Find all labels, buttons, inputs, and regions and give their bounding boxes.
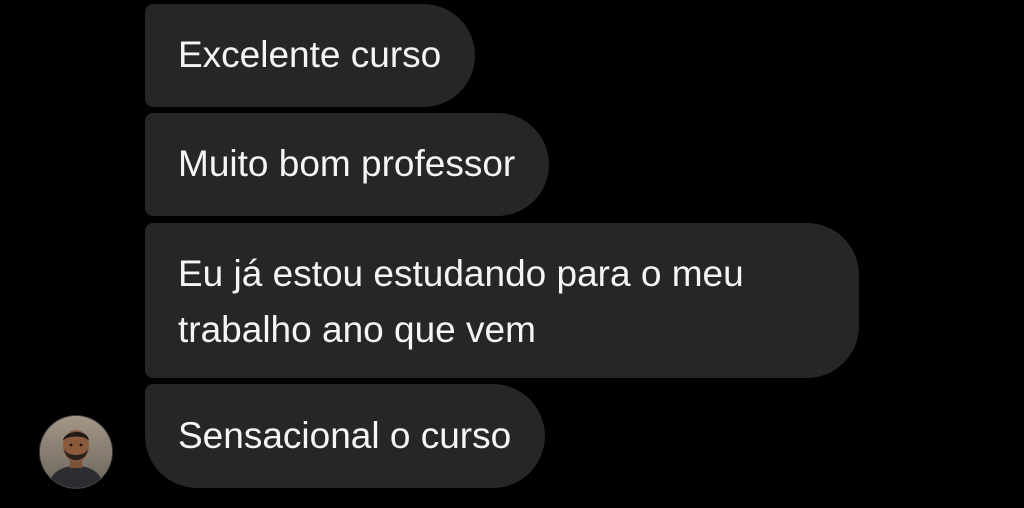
message-bubble[interactable]: Sensacional o curso (145, 384, 546, 488)
message-text: Eu já estou estudando para o meu trabalh… (178, 253, 744, 350)
message-text: Muito bom professor (178, 143, 516, 184)
message-thread: Excelente curso Muito bom professor Eu j… (0, 0, 1024, 508)
person-photo-icon (40, 416, 112, 488)
message-bubble[interactable]: Excelente curso (145, 4, 476, 107)
message-text: Sensacional o curso (178, 415, 512, 456)
sender-avatar[interactable] (40, 416, 112, 488)
message-bubble[interactable]: Muito bom professor (145, 113, 550, 216)
message-text: Excelente curso (178, 34, 442, 75)
message-bubble[interactable]: Eu já estou estudando para o meu trabalh… (145, 223, 859, 378)
